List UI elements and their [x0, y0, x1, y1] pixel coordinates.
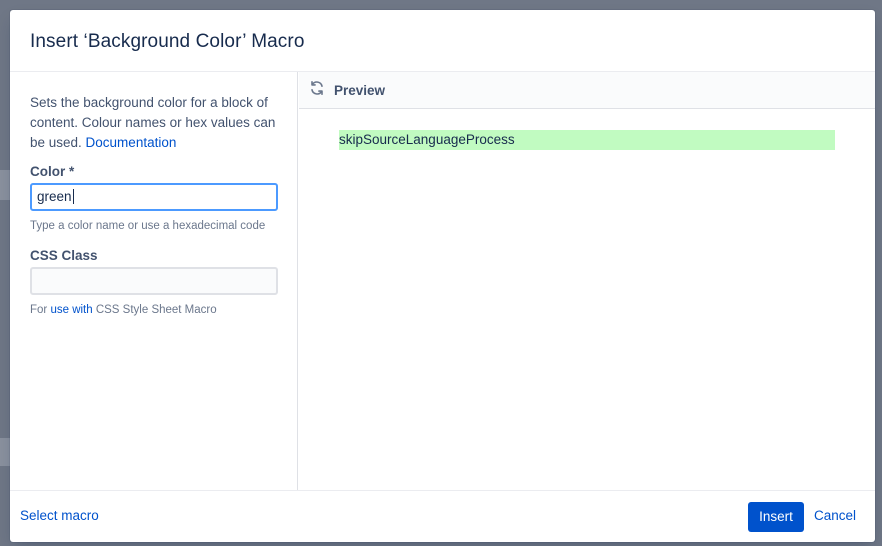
cancel-button[interactable]: Cancel — [814, 508, 856, 523]
dialog-header: Insert ‘Background Color’ Macro — [10, 10, 875, 72]
hint-prefix: For — [30, 304, 51, 316]
dialog-title: Insert ‘Background Color’ Macro — [30, 31, 305, 52]
backdrop-fragment — [0, 170, 10, 200]
refresh-icon[interactable] — [309, 80, 325, 101]
use-with-link[interactable]: use with — [50, 304, 92, 316]
color-field-label: Color * — [30, 164, 75, 179]
preview-rendered-block: skipSourceLanguageProcess — [339, 130, 835, 150]
select-macro-link[interactable]: Select macro — [20, 508, 99, 523]
hint-suffix: CSS Style Sheet Macro — [92, 304, 217, 316]
text-caret — [72, 189, 74, 204]
css-class-input[interactable] — [30, 267, 278, 295]
color-input[interactable]: green — [30, 183, 278, 211]
documentation-link[interactable]: Documentation — [86, 135, 177, 150]
insert-macro-dialog: Insert ‘Background Color’ Macro Sets the… — [10, 10, 875, 542]
insert-button[interactable]: Insert — [748, 502, 804, 532]
color-field-hint: Type a color name or use a hexadecimal c… — [30, 220, 266, 232]
css-class-field-hint: For use with CSS Style Sheet Macro — [30, 302, 277, 318]
backdrop-fragment — [0, 438, 10, 466]
preview-panel: Preview skipSourceLanguageProcess — [299, 72, 875, 490]
css-class-field-label: CSS Class — [30, 248, 98, 263]
color-input-value: green — [37, 189, 72, 204]
preview-label: Preview — [334, 82, 386, 98]
dialog-footer: Select macro Insert Cancel — [10, 490, 875, 542]
preview-header: Preview — [299, 72, 875, 109]
macro-parameters-panel: Sets the background color for a block of… — [10, 72, 298, 490]
macro-description: Sets the background color for a block of… — [30, 93, 282, 153]
